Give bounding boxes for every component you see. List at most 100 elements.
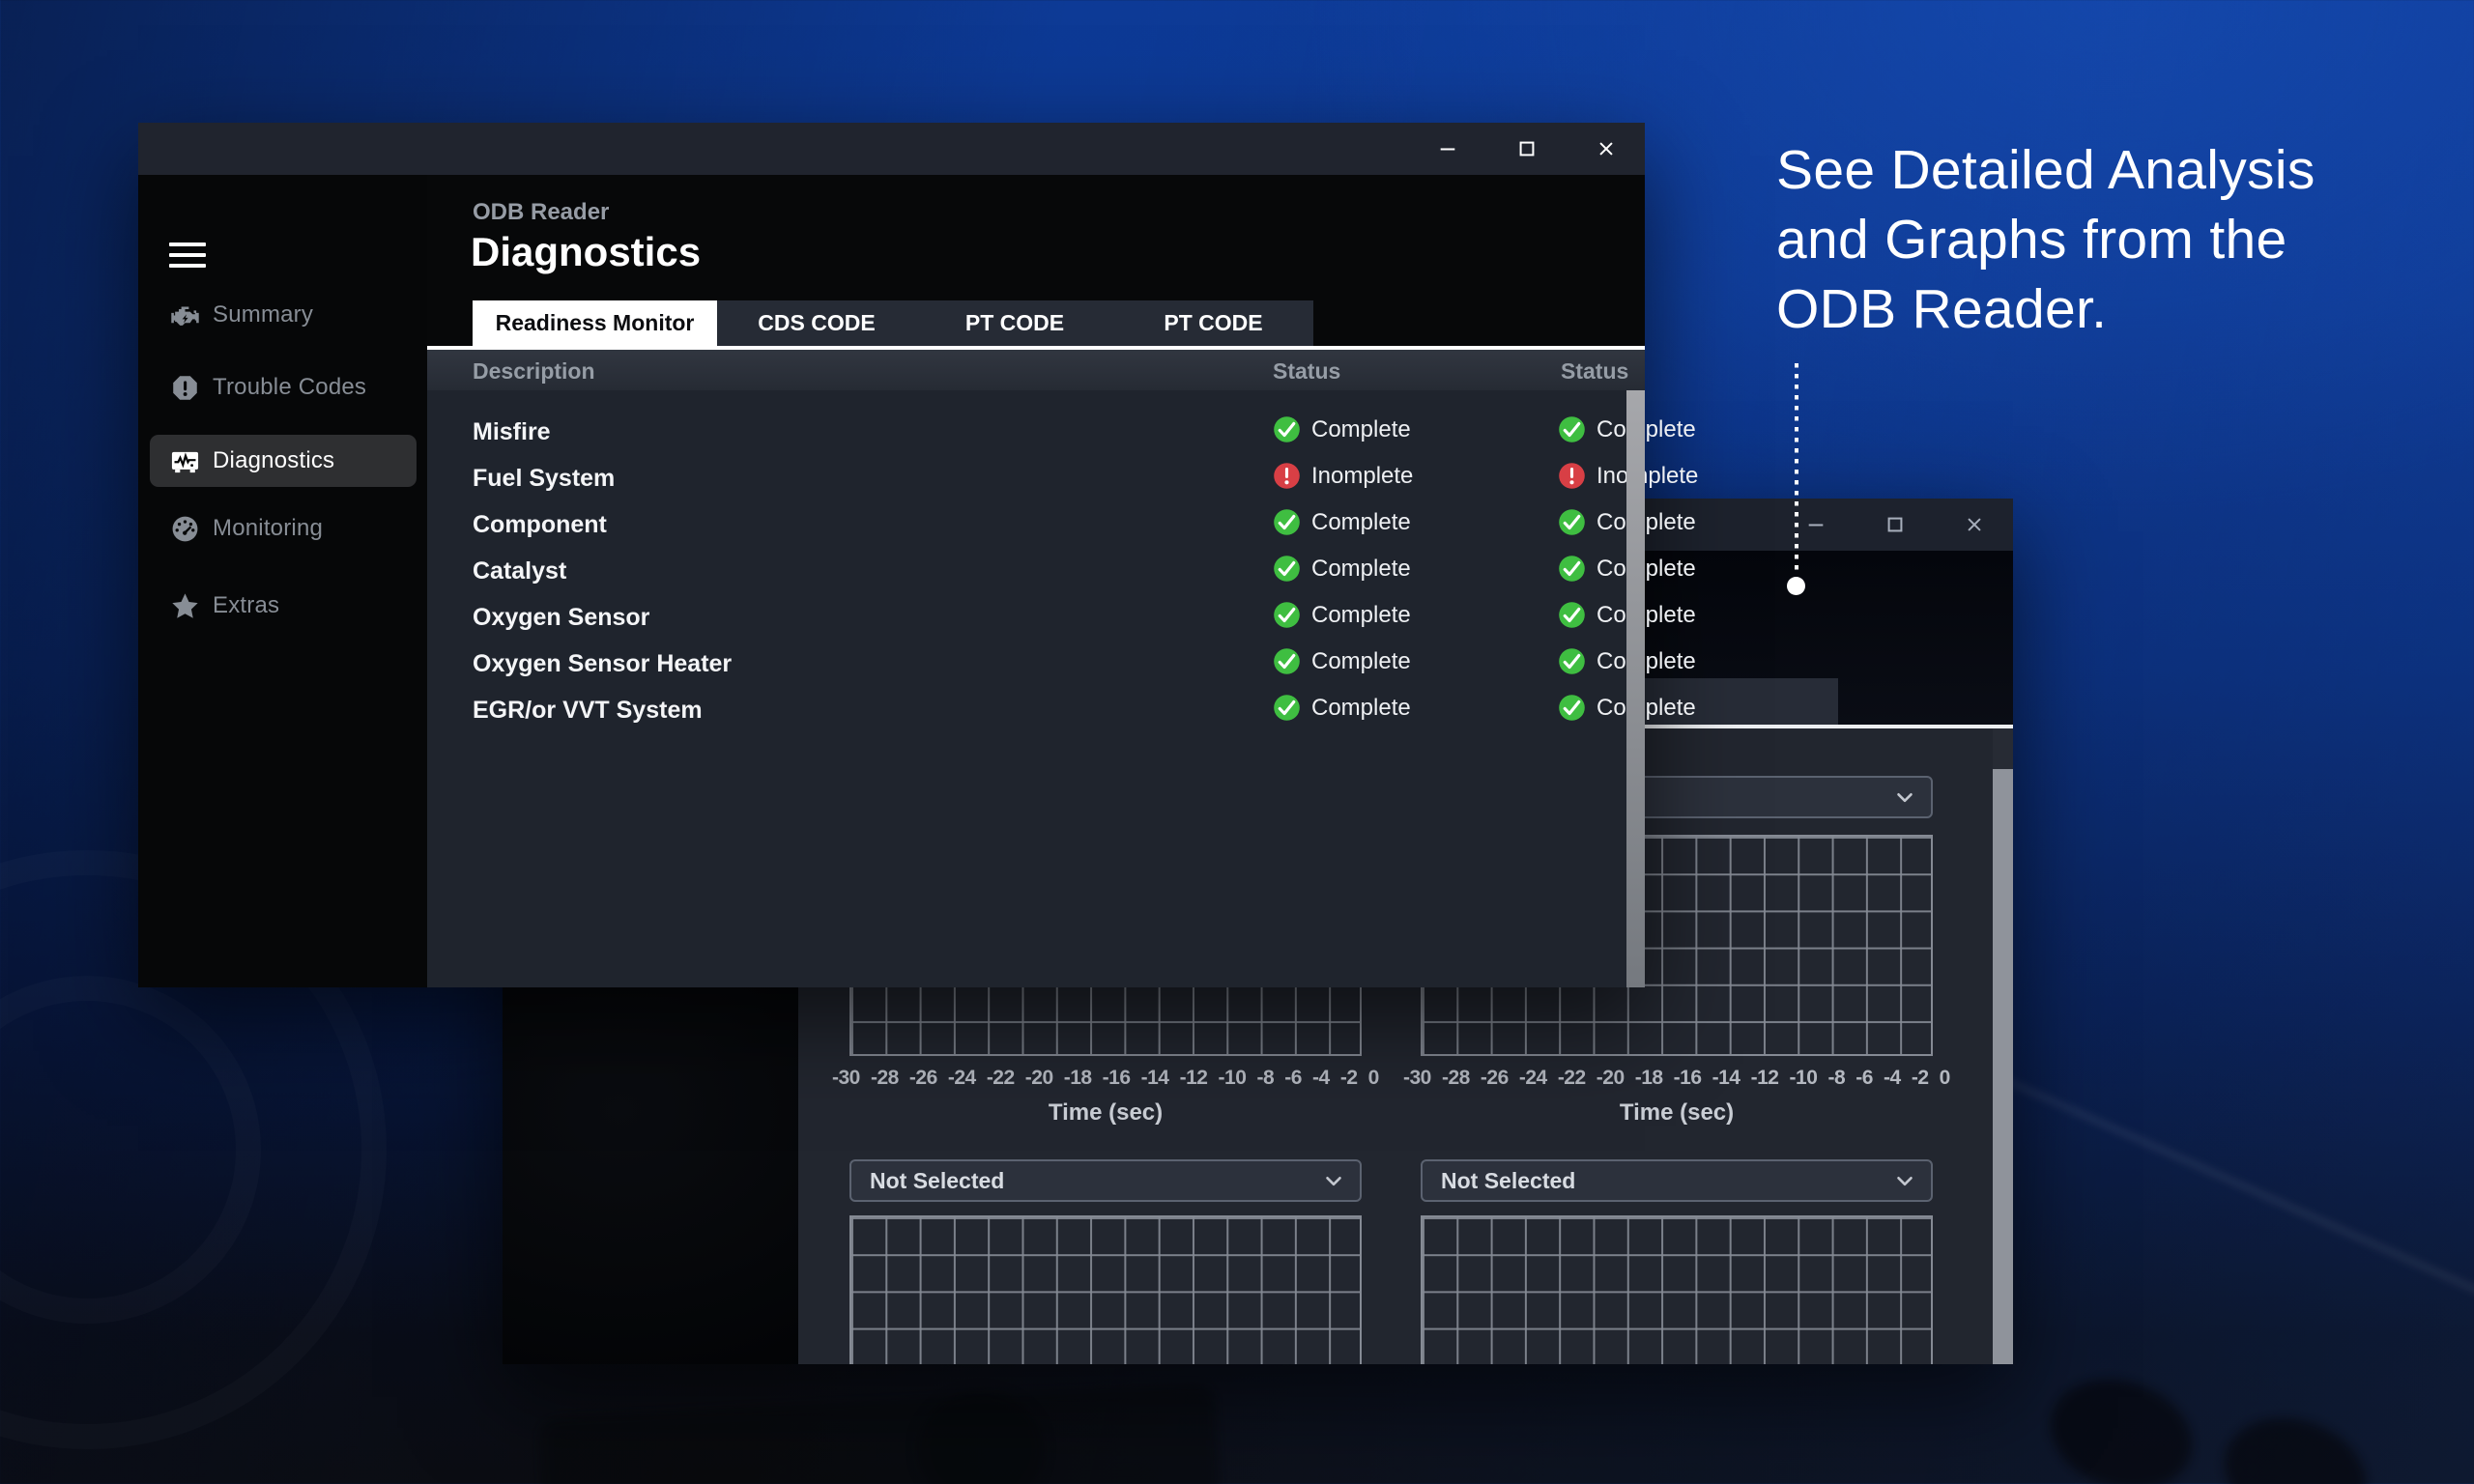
connector-dotted-line [1795,363,1798,570]
row-description: Fuel System [473,465,615,493]
chevron-down-icon [1892,785,1917,810]
x-axis-label: Time (sec) [849,1099,1362,1127]
sidebar-item-summary[interactable]: Summary [150,289,417,341]
table-row[interactable]: Catalyst Complete Complete [427,548,1645,594]
x-tick: -18 [1064,1067,1092,1090]
status-incomplete-icon [1273,462,1301,490]
pid-select-bottom[interactable]: Not Selected [849,1159,1362,1202]
sidebar-item-label: Diagnostics [213,447,334,474]
maximize-button[interactable] [1874,503,1916,546]
chevron-down-icon [1892,1168,1917,1193]
x-tick: -14 [1712,1067,1740,1090]
star-icon [170,591,200,621]
odb-window-titlebar[interactable] [138,123,1645,175]
status-complete-icon [1558,694,1586,722]
row-description: Oxygen Sensor Heater [473,650,732,678]
sidebar-item-label: Extras [213,592,279,619]
sidebar-item-label: Trouble Codes [213,374,366,401]
table-row[interactable]: Component Complete Complete [427,501,1645,548]
sidebar-item-trouble-codes[interactable]: Trouble Codes [150,361,417,414]
row-status-1: Complete [1273,415,1411,443]
tab-pt-code[interactable]: PT CODE [1113,300,1313,346]
status-complete-icon [1273,601,1301,629]
x-tick: -24 [948,1067,976,1090]
x-tick: -20 [1597,1067,1625,1090]
table-row[interactable]: Oxygen Sensor Heater Complete Complete [427,641,1645,687]
row-status-1: Inomplete [1273,462,1413,490]
x-tick: -14 [1141,1067,1169,1090]
row-description: Component [473,511,607,539]
status-complete-icon [1273,694,1301,722]
row-description: Oxygen Sensor [473,604,649,632]
sidebar-item-diagnostics[interactable]: Diagnostics [150,435,417,487]
row-status-1: Complete [1273,647,1411,675]
tab-readiness-monitor[interactable]: Readiness Monitor [473,300,717,346]
app-subtitle: ODB Reader [473,199,609,226]
row-status-1: Complete [1273,555,1411,583]
x-tick: -2 [1340,1067,1358,1090]
menu-icon[interactable] [169,243,206,268]
scrollbar-thumb[interactable] [1993,769,2013,1364]
x-tick: -2 [1912,1067,1929,1090]
marketing-headline: See Detailed Analysisand Graphs from the… [1776,135,2316,344]
table-row[interactable]: Fuel System Inomplete Inomplete [427,455,1645,501]
desk-keyboard-shape [538,1384,1220,1484]
chart-grid-bottom [849,1215,1362,1364]
pid-select-value: Not Selected [1441,1168,1575,1194]
table-row[interactable]: EGR/or VVT System Complete Complete [427,687,1645,733]
pid-select-bottom[interactable]: Not Selected [1421,1159,1933,1202]
sidebar: Summary Trouble Codes Diagnostics Monito… [138,175,427,987]
table-row[interactable]: Misfire Complete Complete [427,409,1645,455]
desk-glasses-shape [2036,1362,2207,1484]
close-button[interactable] [1585,128,1627,170]
status-complete-icon [1273,508,1301,536]
maximize-button[interactable] [1506,128,1548,170]
scrollbar[interactable] [1993,728,2013,1364]
gauge-icon [170,514,200,544]
x-tick: 0 [1368,1067,1379,1090]
diagnostics-monitor-icon [170,446,200,476]
x-tick: -6 [1856,1067,1873,1090]
desk-glasses-shape [2210,1401,2381,1484]
sidebar-item-monitoring[interactable]: Monitoring [150,502,417,555]
status-complete-icon [1558,647,1586,675]
sidebar-item-label: Summary [213,301,313,328]
x-axis-label: Time (sec) [1421,1099,1933,1127]
x-tick: -30 [832,1067,860,1090]
engine-icon [170,300,200,330]
x-tick: -6 [1284,1067,1302,1090]
x-axis-ticks: -30-28-26-24-22-20-18-16-14-12-10-8-6-4-… [1403,1067,1950,1090]
scrollbar[interactable] [1626,390,1645,987]
x-tick: -8 [1827,1067,1845,1090]
column-header-status-1: Status [1273,358,1340,385]
minimize-button[interactable] [1795,503,1837,546]
sidebar-item-extras[interactable]: Extras [150,580,417,632]
x-tick: 0 [1940,1067,1950,1090]
minimize-button[interactable] [1426,128,1469,170]
chart-grid-bottom [1421,1215,1933,1364]
sidebar-item-label: Monitoring [213,515,323,542]
status-complete-icon [1558,601,1586,629]
x-tick: -4 [1884,1067,1901,1090]
x-tick: -10 [1790,1067,1818,1090]
x-axis-ticks: -30-28-26-24-22-20-18-16-14-12-10-8-6-4-… [832,1067,1379,1090]
x-tick: -22 [1558,1067,1586,1090]
x-tick: -16 [1674,1067,1702,1090]
desk-edge [1969,1060,2474,1422]
row-description: Catalyst [473,557,566,585]
chevron-down-icon [1321,1168,1346,1193]
tab-pt-code[interactable]: PT CODE [916,300,1113,346]
status-complete-icon [1558,508,1586,536]
column-header-status-2: Status [1561,358,1628,385]
row-description: Misfire [473,418,551,446]
readiness-table: Misfire Complete Complete Fuel System In… [427,390,1645,987]
tab-cds-code[interactable]: CDS CODE [717,300,916,346]
status-incomplete-icon [1558,462,1586,490]
x-tick: -8 [1256,1067,1274,1090]
status-complete-icon [1273,647,1301,675]
row-status-1: Complete [1273,601,1411,629]
headline-line: ODB Reader. [1776,274,2316,344]
table-row[interactable]: Oxygen Sensor Complete Complete [427,594,1645,641]
scrollbar-thumb[interactable] [1626,390,1645,987]
close-button[interactable] [1953,503,1996,546]
